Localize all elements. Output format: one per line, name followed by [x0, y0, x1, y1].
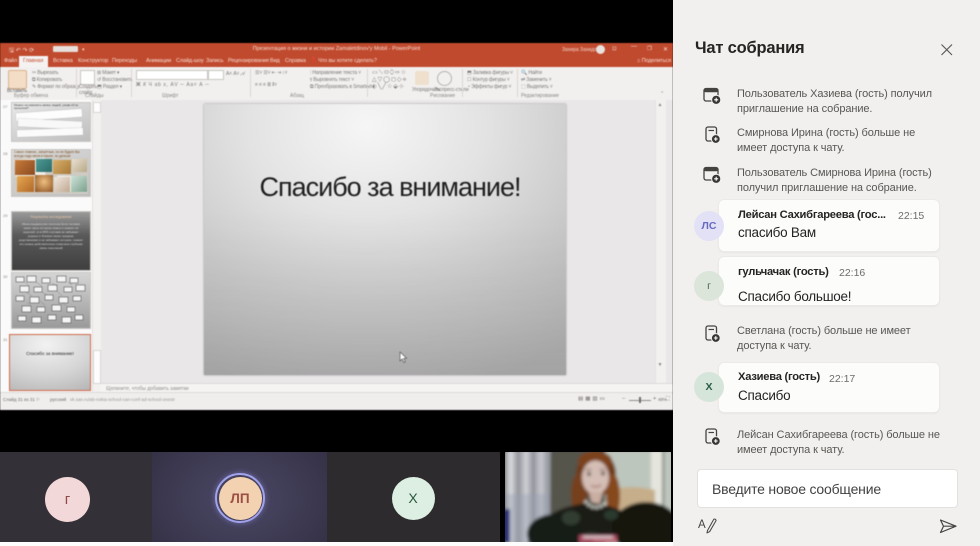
svg-text:A: A: [698, 519, 706, 531]
